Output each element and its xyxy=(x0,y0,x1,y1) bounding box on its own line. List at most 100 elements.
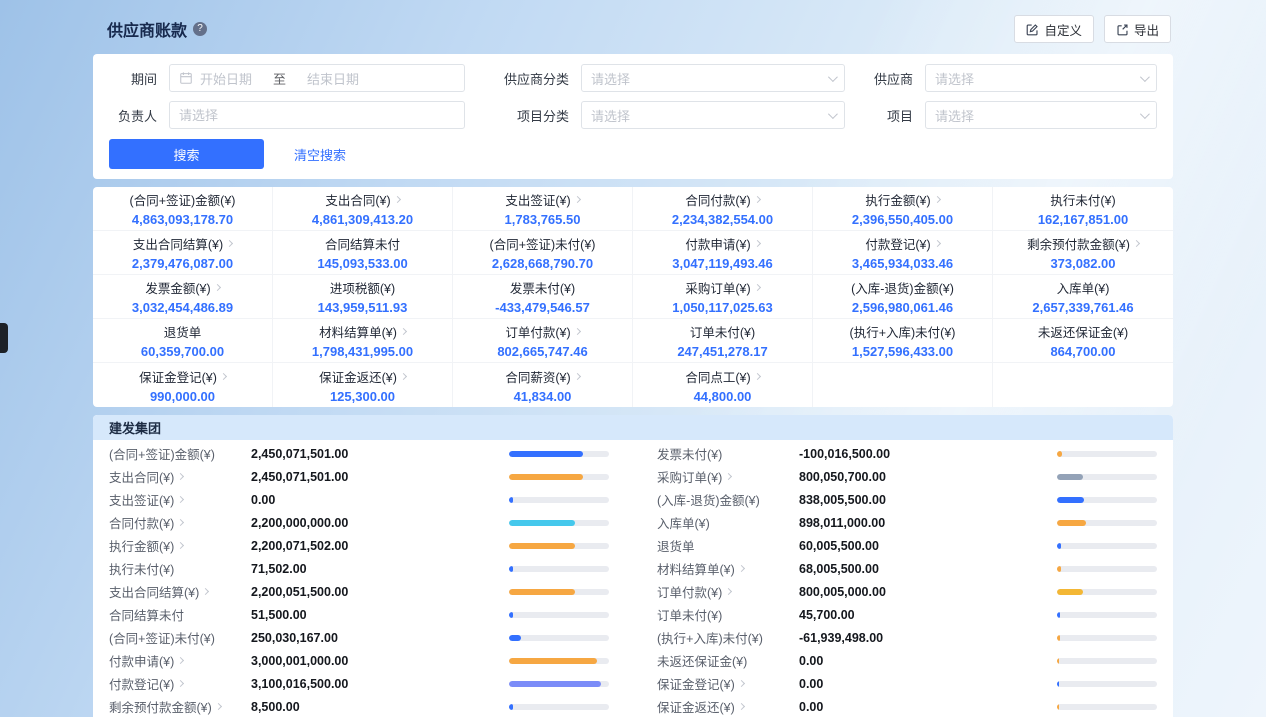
group-card: 建发集团 (合同+签证)金额(¥)2,450,071,501.00支出合同(¥)… xyxy=(93,415,1173,717)
top-actions: 自定义 导出 xyxy=(1014,15,1171,43)
stat-value[interactable]: 3,465,934,033.46 xyxy=(852,256,953,271)
stat-value[interactable]: 2,379,476,087.00 xyxy=(132,256,233,271)
manager-input[interactable] xyxy=(169,101,465,129)
detail-row-label[interactable]: 付款申请(¥) xyxy=(109,651,251,670)
stat-cell[interactable]: 执行金额(¥)2,396,550,405.00 xyxy=(813,187,993,231)
detail-row-label[interactable]: 支出签证(¥) xyxy=(109,490,251,509)
stat-cell[interactable]: 订单付款(¥)802,665,747.46 xyxy=(453,319,633,363)
detail-row: 合同付款(¥)2,200,000,000.00 xyxy=(109,511,609,534)
detail-row-value: 250,030,167.00 xyxy=(251,631,509,645)
stat-value[interactable]: 1,050,117,025.63 xyxy=(672,300,773,315)
detail-row-label[interactable]: 保证金登记(¥) xyxy=(657,674,799,693)
detail-row-label[interactable]: 保证金返还(¥) xyxy=(657,697,799,716)
detail-row-label[interactable]: 执行金额(¥) xyxy=(109,536,251,555)
stat-label: 材料结算单(¥) xyxy=(319,322,406,341)
stat-label: 入库单(¥) xyxy=(1057,278,1110,297)
detail-row-label[interactable]: 材料结算单(¥) xyxy=(657,559,799,578)
stat-value[interactable]: 3,047,119,493.46 xyxy=(672,256,773,271)
detail-row-value: 51,500.00 xyxy=(251,608,509,622)
stat-cell[interactable]: 材料结算单(¥) 1,798,431,995.00 xyxy=(273,319,453,363)
chevron-right-icon xyxy=(934,240,941,247)
stat-cell[interactable]: 合同薪资(¥)41,834.00 xyxy=(453,363,633,407)
detail-row: 支出签证(¥)0.00 xyxy=(109,488,609,511)
detail-row-value: 71,502.00 xyxy=(251,562,509,576)
stat-cell: 合同结算未付145,093,533.00 xyxy=(273,231,453,275)
export-button[interactable]: 导出 xyxy=(1104,15,1171,43)
stat-value[interactable]: 41,834.00 xyxy=(514,389,572,404)
detail-row-value: 2,450,071,501.00 xyxy=(251,447,509,461)
project-category-placeholder: 请选择 xyxy=(591,106,821,125)
supplier-placeholder: 请选择 xyxy=(935,69,1133,88)
help-icon[interactable]: ? xyxy=(193,22,207,36)
stat-value[interactable]: 1,798,431,995.00 xyxy=(312,344,413,359)
chevron-right-icon xyxy=(738,703,745,710)
stat-cell: 进项税额(¥)143,959,511.93 xyxy=(273,275,453,319)
stat-value[interactable]: 1,783,765.50 xyxy=(505,212,581,227)
supplier-category-select[interactable]: 请选择 xyxy=(581,64,845,92)
chevron-right-icon xyxy=(220,372,227,379)
detail-row-label[interactable]: 支出合同(¥) xyxy=(109,467,251,486)
detail-row: 材料结算单(¥)68,005,500.00 xyxy=(657,557,1157,580)
clear-search-link[interactable]: 清空搜索 xyxy=(294,145,346,164)
chevron-right-icon xyxy=(725,473,732,480)
stat-value[interactable]: 2,396,550,405.00 xyxy=(852,212,953,227)
detail-row-label[interactable]: 合同付款(¥) xyxy=(109,513,251,532)
stat-value[interactable]: 3,032,454,486.89 xyxy=(132,300,233,315)
stat-cell[interactable]: 保证金登记(¥)990,000.00 xyxy=(93,363,273,407)
end-date-placeholder: 结束日期 xyxy=(307,69,359,88)
stat-value[interactable]: 990,000.00 xyxy=(150,389,215,404)
stat-value: 864,700.00 xyxy=(1050,344,1115,359)
stat-cell[interactable]: 发票金额(¥)3,032,454,486.89 xyxy=(93,275,273,319)
stat-cell[interactable]: 剩余预付款金额(¥)373,082.00 xyxy=(993,231,1173,275)
detail-row-label: 未返还保证金(¥) xyxy=(657,651,799,670)
filter-panel: 期间 开始日期 至 结束日期 供应商分类 请选择 供应商 请选择 负责人 项目分… xyxy=(93,54,1173,179)
detail-row-label[interactable]: 支出合同结算(¥) xyxy=(109,582,251,601)
customize-button[interactable]: 自定义 xyxy=(1014,15,1094,43)
detail-row-bar xyxy=(1057,520,1157,526)
stat-value[interactable]: 4,861,309,413.20 xyxy=(312,212,413,227)
stat-cell[interactable]: 付款申请(¥)3,047,119,493.46 xyxy=(633,231,813,275)
stat-cell: 执行未付(¥)162,167,851.00 xyxy=(993,187,1173,231)
stat-cell: (合同+签证)金额(¥)4,863,093,178.70 xyxy=(93,187,273,231)
search-button[interactable]: 搜索 xyxy=(109,139,264,169)
project-select[interactable]: 请选择 xyxy=(925,101,1157,129)
stat-label: 支出合同(¥) xyxy=(325,190,399,209)
start-date-placeholder: 开始日期 xyxy=(200,69,252,88)
stat-cell[interactable]: 支出签证(¥)1,783,765.50 xyxy=(453,187,633,231)
detail-row-bar xyxy=(1057,543,1157,549)
stat-cell[interactable]: 保证金返还(¥)125,300.00 xyxy=(273,363,453,407)
supplier-select[interactable]: 请选择 xyxy=(925,64,1157,92)
chevron-right-icon xyxy=(177,496,184,503)
summary-stats-card: (合同+签证)金额(¥)4,863,093,178.70 支出合同(¥) 4,861… xyxy=(93,187,1173,407)
detail-row-label[interactable]: 剩余预付款金额(¥) xyxy=(109,697,251,716)
stat-cell[interactable]: 支出合同(¥) 4,861,309,413.20 xyxy=(273,187,453,231)
detail-row-label[interactable]: 付款登记(¥) xyxy=(109,674,251,693)
chevron-right-icon xyxy=(738,680,745,687)
stat-cell[interactable]: 合同付款(¥)2,234,382,554.00 xyxy=(633,187,813,231)
side-drawer-handle[interactable] xyxy=(0,323,8,353)
detail-row-label[interactable]: 采购订单(¥) xyxy=(657,467,799,486)
detail-row-bar xyxy=(509,451,609,457)
stat-cell: 入库单(¥)2,657,339,761.46 xyxy=(993,275,1173,319)
project-category-select[interactable]: 请选择 xyxy=(581,101,845,129)
stat-value[interactable]: 44,800.00 xyxy=(694,389,752,404)
date-range-picker[interactable]: 开始日期 至 结束日期 xyxy=(169,64,465,92)
detail-row-label: 退货单 xyxy=(657,536,799,555)
stat-cell[interactable]: 采购订单(¥)1,050,117,025.63 xyxy=(633,275,813,319)
stat-value[interactable]: 373,082.00 xyxy=(1050,256,1115,271)
chevron-right-icon xyxy=(754,240,761,247)
stat-value[interactable]: 2,234,382,554.00 xyxy=(672,212,773,227)
detail-row-value: 0.00 xyxy=(799,654,1057,668)
filter-label-manager: 负责人 xyxy=(109,106,157,125)
detail-row-label[interactable]: 订单付款(¥) xyxy=(657,582,799,601)
stat-cell[interactable]: 支出合同结算(¥)2,379,476,087.00 xyxy=(93,231,273,275)
stat-value[interactable]: 802,665,747.46 xyxy=(497,344,587,359)
chevron-right-icon xyxy=(738,565,745,572)
stat-cell[interactable]: 合同点工(¥)44,800.00 xyxy=(633,363,813,407)
stat-value[interactable]: 125,300.00 xyxy=(330,389,395,404)
stat-value: 162,167,851.00 xyxy=(1038,212,1128,227)
stat-cell[interactable]: 付款登记(¥)3,465,934,033.46 xyxy=(813,231,993,275)
stat-cell: (入库-退货)金额(¥)2,596,980,061.46 xyxy=(813,275,993,319)
detail-row-bar xyxy=(1057,589,1157,595)
chevron-right-icon xyxy=(754,284,761,291)
